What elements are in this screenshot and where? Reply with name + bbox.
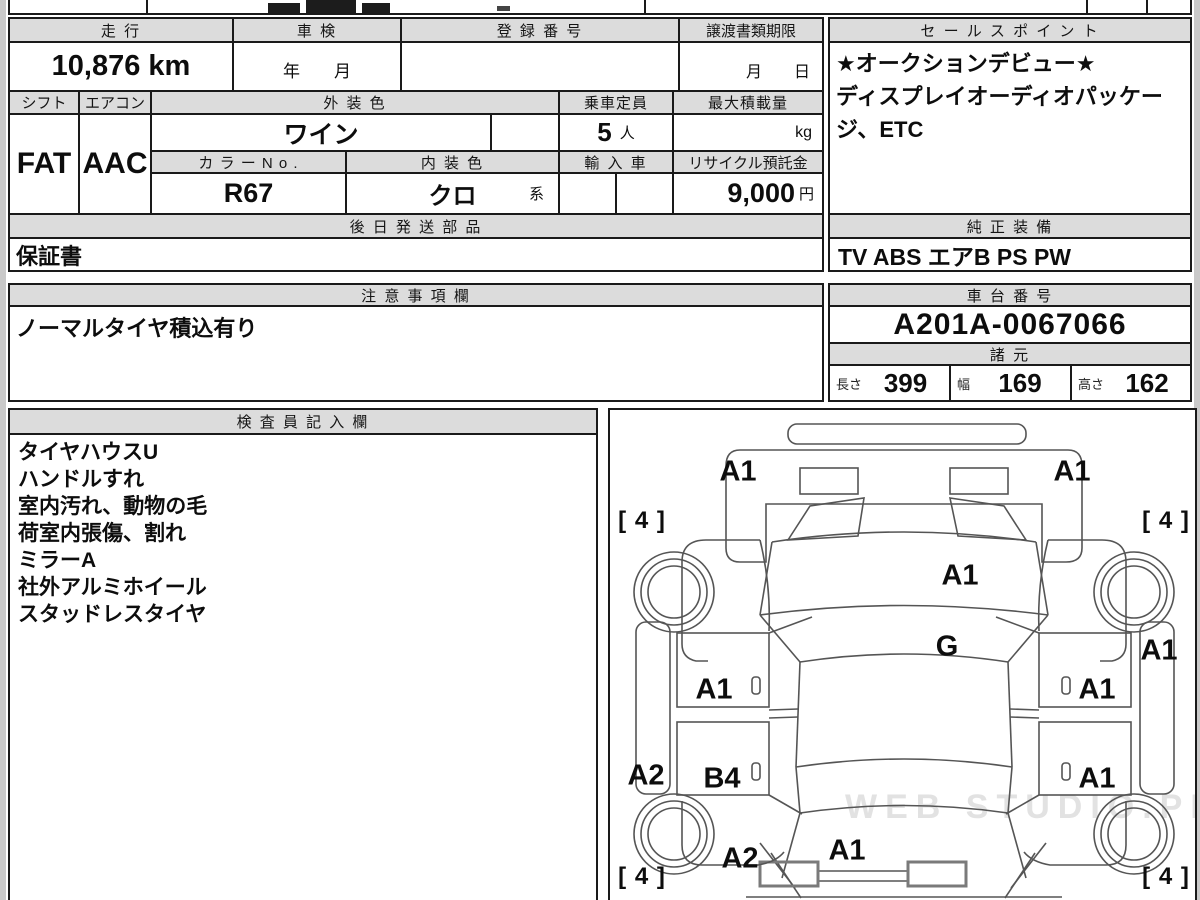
cutoff-row-cell [644, 0, 1088, 15]
later-parts-value: 保証書 [8, 237, 824, 272]
damage-code-label: A1 [941, 559, 979, 592]
exterior-color-extra-cell [490, 113, 560, 152]
transfer-deadline-value: 月 日 [678, 41, 824, 92]
shift-value: FAT [8, 113, 80, 215]
capacity-number: 5 [597, 117, 612, 147]
max-load-header: 最大積載量 [672, 90, 824, 115]
cutoff-row-cell [1086, 0, 1148, 15]
spec-length-cell: 長さ 399 [828, 364, 951, 402]
mileage-header: 走 行 [8, 17, 234, 43]
notes-header: 注 意 事 項 欄 [8, 283, 824, 307]
spec-length-value: 399 [883, 367, 928, 398]
color-no-header: カ ラ ー N o . [150, 150, 347, 174]
inspector-note-line: ミラーA [18, 549, 97, 572]
spec-length-label: 長さ [836, 376, 863, 392]
inspection-value: 年 月 [232, 41, 402, 92]
import-header: 輸 入 車 [558, 150, 674, 174]
capacity-unit: 人 [619, 125, 635, 142]
mileage-value: 10,876 km [8, 41, 234, 92]
cutoff-row-cell [146, 0, 646, 15]
spec-width-label: 幅 [957, 376, 971, 392]
recycle-deposit-value: 9,000 円 [672, 172, 824, 215]
damage-labels-layer: A1 A1 [ 4 ] [ 4 ] A1 G A1 A1 A1 A2 B4 A1 A2 A1 [ 4 ] [ … [610, 410, 1195, 900]
sales-point-header: セ ー ル ス ポ イ ン ト [828, 17, 1192, 43]
cutoff-row-cell [8, 0, 148, 15]
tire-depth-label: [ 4 ] [618, 507, 666, 534]
interior-color-value: クロ 系 [345, 172, 560, 215]
registration-header: 登 録 番 号 [400, 17, 680, 43]
cutoff-text-fragment [362, 3, 390, 13]
damage-code-label: A1 [1053, 455, 1091, 488]
spec-height-cell: 高さ 162 [1070, 364, 1192, 402]
chassis-number-header: 車 台 番 号 [828, 283, 1192, 307]
inspector-body: タイヤハウスU ハンドルすれ室内汚れ、動物の毛 荷室内張傷、割れ ミラーA 社外アルミホ… [8, 433, 598, 900]
damage-code-label: A2 [721, 842, 759, 875]
aircon-value: AAC [78, 113, 152, 215]
inspector-note-line: スタッドレスタイヤ [18, 603, 207, 626]
damage-code-label: A1 [1140, 634, 1178, 667]
exterior-color-value: ワイン [150, 113, 492, 152]
notes-body: ノーマルタイヤ積込有り [8, 305, 824, 402]
tire-depth-label: [ 4 ] [618, 863, 666, 890]
inspector-note-line: ハンドルすれ [18, 468, 144, 491]
cutoff-text-fragment [497, 6, 510, 11]
chassis-number-value: A201A-0067066 [828, 305, 1192, 344]
inspector-header: 検 査 員 記 入 欄 [8, 408, 598, 435]
aircon-header: エアコン [78, 90, 152, 115]
specs-header: 諸 元 [828, 342, 1192, 366]
auction-sheet-page: 走 行 車 検 登 録 番 号 譲渡書類期限 10,876 km 年 月 月 日… [0, 0, 1200, 900]
damage-code-label: A2 [627, 759, 665, 792]
spec-width-cell: 幅 169 [949, 364, 1072, 402]
inspection-header: 車 検 [232, 17, 402, 43]
recycle-deposit-header: リサイクル預託金 [672, 150, 824, 174]
recycle-deposit-unit: 円 [798, 186, 814, 203]
interior-color-name: クロ [428, 183, 477, 210]
cutoff-text-fragment [268, 3, 300, 13]
later-parts-header: 後 日 発 送 部 品 [8, 213, 824, 239]
damage-diagram-panel: WEB STUDIO.PRO [608, 408, 1197, 900]
sales-point-line: ディスプレイオーディオパッケージ、ETC [836, 84, 1163, 142]
sales-point-body: ★オークションデビュー★ ディスプレイオーディオパッケージ、ETC [828, 41, 1192, 215]
spec-width-value: 169 [998, 367, 1042, 398]
color-no-value: R67 [150, 172, 347, 215]
genuine-equipment-value: TV ABS エアB PS PW [828, 237, 1192, 272]
tire-depth-label: [ 4 ] [1142, 863, 1190, 890]
damage-code-label: A1 [695, 673, 733, 706]
damage-code-label: A1 [828, 834, 866, 867]
damage-code-label: A1 [1078, 762, 1116, 795]
capacity-header: 乗車定員 [558, 90, 674, 115]
inspector-note-line: 社外アルミホイール [18, 576, 207, 599]
registration-value [400, 41, 680, 92]
spec-height-label: 高さ [1078, 376, 1105, 392]
exterior-color-header: 外 装 色 [150, 90, 560, 115]
inspector-note-line: タイヤハウスU [18, 441, 159, 464]
cutoff-text-fragment [306, 0, 356, 13]
cutoff-row-cell [1146, 0, 1192, 15]
damage-code-label: A1 [1078, 673, 1116, 706]
capacity-value: 5 人 [558, 113, 674, 152]
recycle-deposit-amount: 9,000 [727, 178, 795, 208]
import-value-cell-left [558, 172, 617, 215]
interior-color-header: 内 装 色 [345, 150, 560, 174]
inspector-note-line: 荷室内張傷、割れ [18, 522, 186, 545]
import-value-cell-right [615, 172, 674, 215]
tire-depth-label: [ 4 ] [1142, 507, 1190, 534]
shift-header: シフト [8, 90, 80, 115]
genuine-equipment-header: 純 正 装 備 [828, 213, 1192, 239]
transfer-deadline-header: 譲渡書類期限 [678, 17, 824, 43]
interior-color-suffix: 系 [528, 186, 544, 203]
damage-code-label: B4 [703, 762, 741, 795]
max-load-value: kg [672, 113, 824, 152]
spec-height-value: 162 [1125, 367, 1169, 398]
damage-code-label: G [935, 630, 959, 663]
sales-point-line: ★オークションデビュー★ [836, 51, 1096, 76]
inspector-note-line: 室内汚れ、動物の毛 [18, 495, 208, 518]
damage-code-label: A1 [719, 455, 757, 488]
